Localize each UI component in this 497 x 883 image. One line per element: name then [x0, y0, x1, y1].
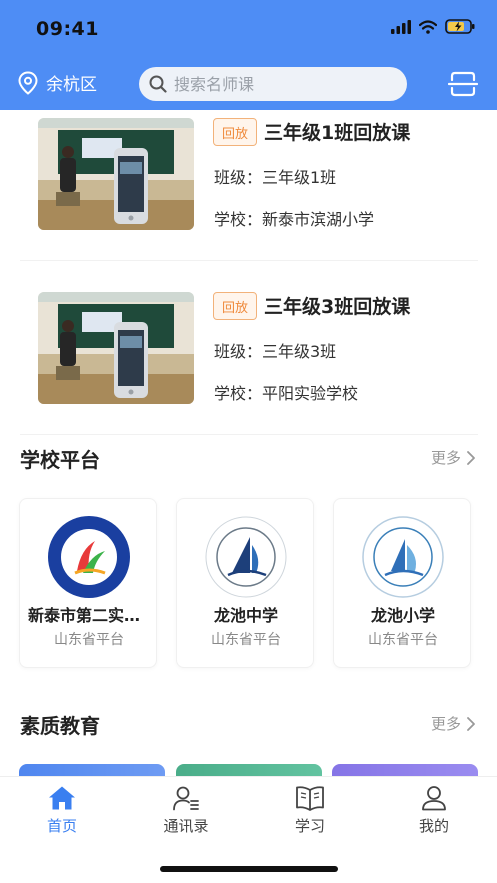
status-icons: [391, 19, 475, 34]
search-input[interactable]: [174, 74, 394, 94]
class-info: 班级：三年级1班: [214, 168, 337, 187]
tab-label: 通讯录: [163, 817, 209, 835]
tab-home[interactable]: 首页: [17, 785, 107, 841]
course-title: 三年级3班回放课: [264, 296, 411, 318]
replay-course-card[interactable]: 回放 三年级1班回放课 班级：三年级1班 学校：新泰市滨湖小学: [0, 110, 497, 250]
home-icon: [49, 786, 75, 810]
school-platform-label: 山东省平台: [368, 632, 438, 648]
more-label: 更多: [430, 715, 461, 733]
more-label: 更多: [430, 449, 461, 467]
school-name: 龙池中学: [213, 606, 278, 625]
classroom-thumbnail: [38, 118, 194, 230]
chevron-right-icon: [467, 716, 475, 731]
home-indicator: [160, 866, 338, 872]
quality-education-title: 素质教育: [20, 714, 100, 738]
status-time: 09:41: [36, 18, 99, 40]
school-platform-label: 山东省平台: [211, 632, 281, 648]
tab-contacts[interactable]: 通讯录: [141, 785, 231, 841]
tab-label: 我的: [418, 817, 449, 835]
classroom-thumbnail: [38, 292, 194, 404]
school-logo-icon: [362, 516, 444, 598]
battery-icon: [445, 19, 475, 34]
school-logo-icon: [48, 516, 130, 598]
school-card[interactable]: 龙池中学 山东省平台: [176, 498, 314, 668]
app-header: 09:41 余杭区: [0, 0, 497, 110]
tab-label: 首页: [46, 817, 77, 835]
signal-icon: [391, 19, 411, 34]
replay-course-card[interactable]: 回放 三年级3班回放课 班级：三年级3班 学校：平阳实验学校: [0, 284, 497, 424]
school-card[interactable]: 新泰市第二实验小学 山东省平台: [19, 498, 158, 668]
book-icon: [296, 786, 324, 811]
location-pin-icon: [18, 70, 38, 95]
replay-tag: 回放: [213, 292, 257, 320]
wifi-icon: [419, 19, 437, 34]
replay-tag: 回放: [213, 118, 257, 146]
school-platform-title: 学校平台: [20, 448, 100, 472]
school-platform-label: 山东省平台: [54, 632, 124, 648]
tab-learning[interactable]: 学习: [265, 785, 355, 841]
top-bar: 余杭区: [0, 66, 497, 102]
search-icon: [149, 75, 167, 93]
school-name: 龙池小学: [370, 606, 435, 625]
chevron-right-icon: [467, 450, 475, 465]
school-info: 学校：平阳实验学校: [214, 384, 359, 403]
divider: [20, 260, 478, 261]
school-logo-icon: [205, 516, 287, 598]
course-title: 三年级1班回放课: [264, 122, 411, 144]
contacts-icon: [173, 786, 199, 811]
school-name: 新泰市第二实验小学: [28, 606, 158, 625]
location-selector[interactable]: 余杭区: [18, 70, 97, 95]
tab-label: 学习: [294, 817, 325, 835]
search-bar[interactable]: [139, 67, 407, 101]
location-label: 余杭区: [46, 75, 97, 95]
divider: [20, 434, 478, 435]
school-info: 学校：新泰市滨湖小学: [214, 210, 375, 229]
scan-icon[interactable]: [448, 70, 478, 98]
tab-profile[interactable]: 我的: [389, 785, 479, 841]
school-platform-more-link[interactable]: 更多: [431, 447, 475, 468]
school-card[interactable]: 龙池小学 山东省平台: [333, 498, 471, 668]
class-info: 班级：三年级3班: [214, 342, 337, 361]
quality-education-more-link[interactable]: 更多: [431, 713, 475, 734]
profile-icon: [422, 786, 446, 811]
